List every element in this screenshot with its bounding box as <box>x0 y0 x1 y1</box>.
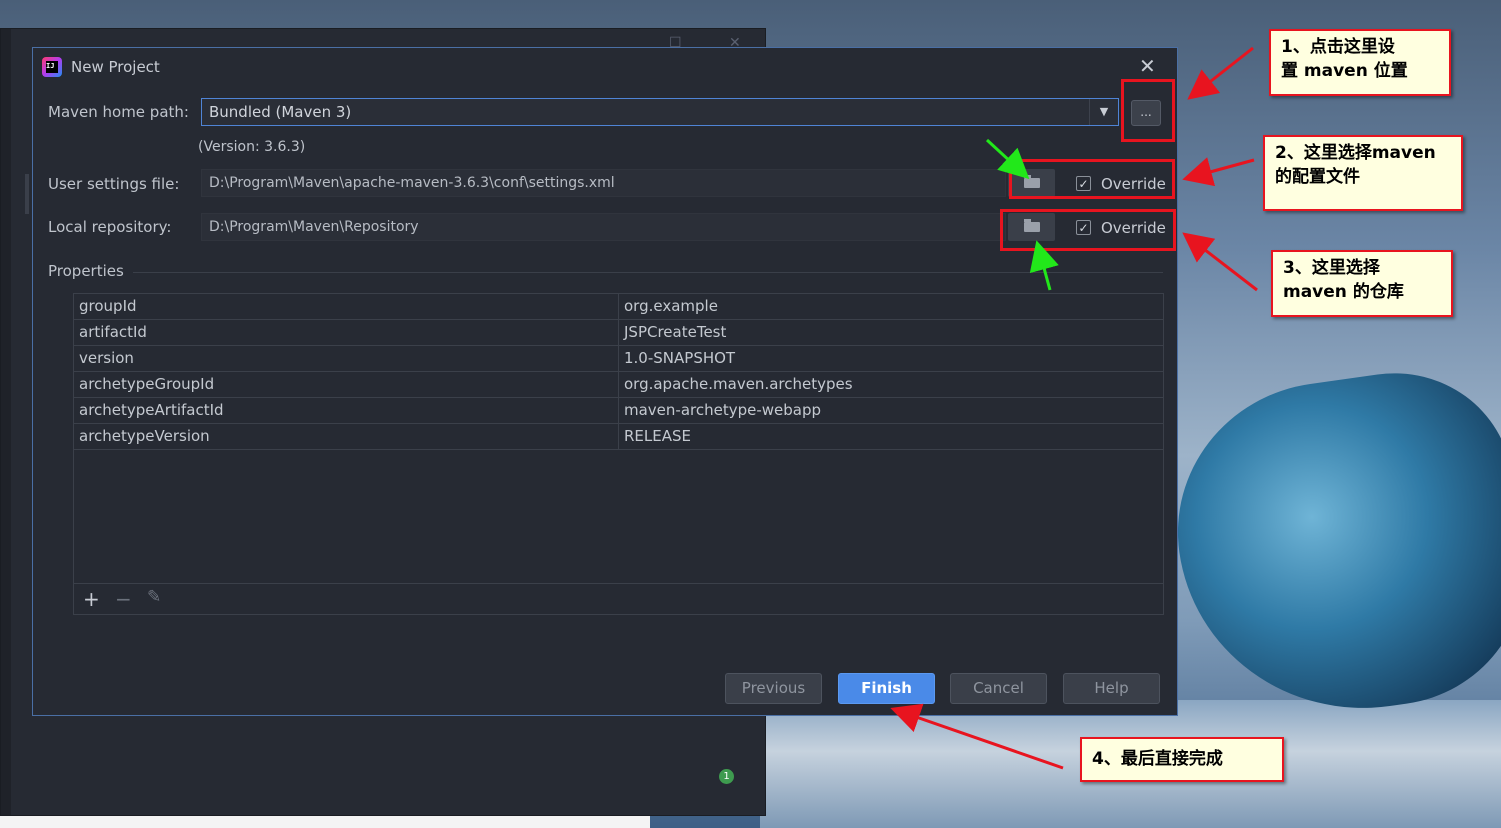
annotation-note-1-line1: 1、点击这里设 <box>1281 37 1395 57</box>
highlight-repo-box <box>1000 209 1176 251</box>
intellij-logo-icon: IJ <box>42 57 62 77</box>
annotation-note-2: 2、这里选择maven 的配置文件 <box>1263 135 1463 211</box>
taskbar-strip <box>0 814 650 828</box>
edit-icon[interactable]: ✎ <box>147 587 161 607</box>
local-repo-field[interactable]: D:\Program\Maven\Repository <box>201 213 1006 241</box>
property-value[interactable]: RELEASE <box>619 424 1163 449</box>
table-row[interactable]: groupId org.example <box>74 294 1163 320</box>
property-key[interactable]: archetypeVersion <box>74 424 619 449</box>
ide-tool-tab[interactable] <box>25 174 29 214</box>
properties-divider <box>133 272 1163 273</box>
help-button[interactable]: Help <box>1063 673 1160 704</box>
maven-home-label: Maven home path: <box>48 103 189 121</box>
ice-rock <box>1158 357 1501 733</box>
property-key[interactable]: archetypeGroupId <box>74 372 619 397</box>
table-row[interactable]: artifactId JSPCreateTest <box>74 320 1163 346</box>
local-repo-label: Local repository: <box>48 218 172 236</box>
dialog-title: New Project <box>71 58 160 76</box>
property-key[interactable]: groupId <box>74 294 619 319</box>
highlight-settings-box <box>1009 159 1175 199</box>
property-value[interactable]: 1.0-SNAPSHOT <box>619 346 1163 371</box>
table-row[interactable]: archetypeVersion RELEASE <box>74 424 1163 450</box>
property-key[interactable]: version <box>74 346 619 371</box>
close-icon[interactable]: ✕ <box>1139 54 1156 78</box>
maven-version-text: (Version: 3.6.3) <box>198 139 306 155</box>
annotation-note-3-line2: maven 的仓库 <box>1283 282 1404 302</box>
previous-button[interactable]: Previous <box>725 673 822 704</box>
annotation-note-3-line1: 3、这里选择 <box>1283 258 1380 278</box>
ide-sidebar <box>1 29 11 815</box>
table-row[interactable]: archetypeArtifactId maven-archetype-weba… <box>74 398 1163 424</box>
new-project-dialog: IJ New Project ✕ Maven home path: Bundle… <box>32 47 1178 716</box>
property-key[interactable]: artifactId <box>74 320 619 345</box>
annotation-note-1-line2: 置 maven 位置 <box>1281 61 1408 81</box>
annotation-note-3: 3、这里选择 maven 的仓库 <box>1271 250 1453 317</box>
properties-table: groupId org.example artifactId JSPCreate… <box>73 293 1164 615</box>
table-row[interactable]: version 1.0-SNAPSHOT <box>74 346 1163 372</box>
property-value[interactable]: maven-archetype-webapp <box>619 398 1163 423</box>
remove-icon[interactable]: − <box>115 587 132 611</box>
annotation-note-4: 4、最后直接完成 <box>1080 737 1284 782</box>
annotation-note-1: 1、点击这里设 置 maven 位置 <box>1269 29 1451 96</box>
finish-button[interactable]: Finish <box>838 673 935 704</box>
chevron-down-icon[interactable]: ▼ <box>1089 99 1118 125</box>
property-value[interactable]: org.example <box>619 294 1163 319</box>
annotation-note-2-line2: 的配置文件 <box>1275 167 1360 187</box>
table-row[interactable]: archetypeGroupId org.apache.maven.archet… <box>74 372 1163 398</box>
user-settings-label: User settings file: <box>48 175 180 193</box>
property-value[interactable]: JSPCreateTest <box>619 320 1163 345</box>
maven-home-value[interactable]: Bundled (Maven 3) <box>202 103 1089 121</box>
property-value[interactable]: org.apache.maven.archetypes <box>619 372 1163 397</box>
add-icon[interactable]: + <box>83 587 100 611</box>
properties-toolbar: + − ✎ <box>73 583 1164 615</box>
notification-badge[interactable]: 1 <box>719 769 734 784</box>
maven-home-combo[interactable]: Bundled (Maven 3) ▼ <box>201 98 1119 126</box>
user-settings-field[interactable]: D:\Program\Maven\apache-maven-3.6.3\conf… <box>201 169 1006 197</box>
highlight-browse-box <box>1121 79 1175 142</box>
properties-heading: Properties <box>48 262 124 280</box>
annotation-note-4-text: 4、最后直接完成 <box>1092 749 1223 769</box>
cancel-button[interactable]: Cancel <box>950 673 1047 704</box>
property-key[interactable]: archetypeArtifactId <box>74 398 619 423</box>
annotation-note-2-line1: 2、这里选择maven <box>1275 143 1436 163</box>
